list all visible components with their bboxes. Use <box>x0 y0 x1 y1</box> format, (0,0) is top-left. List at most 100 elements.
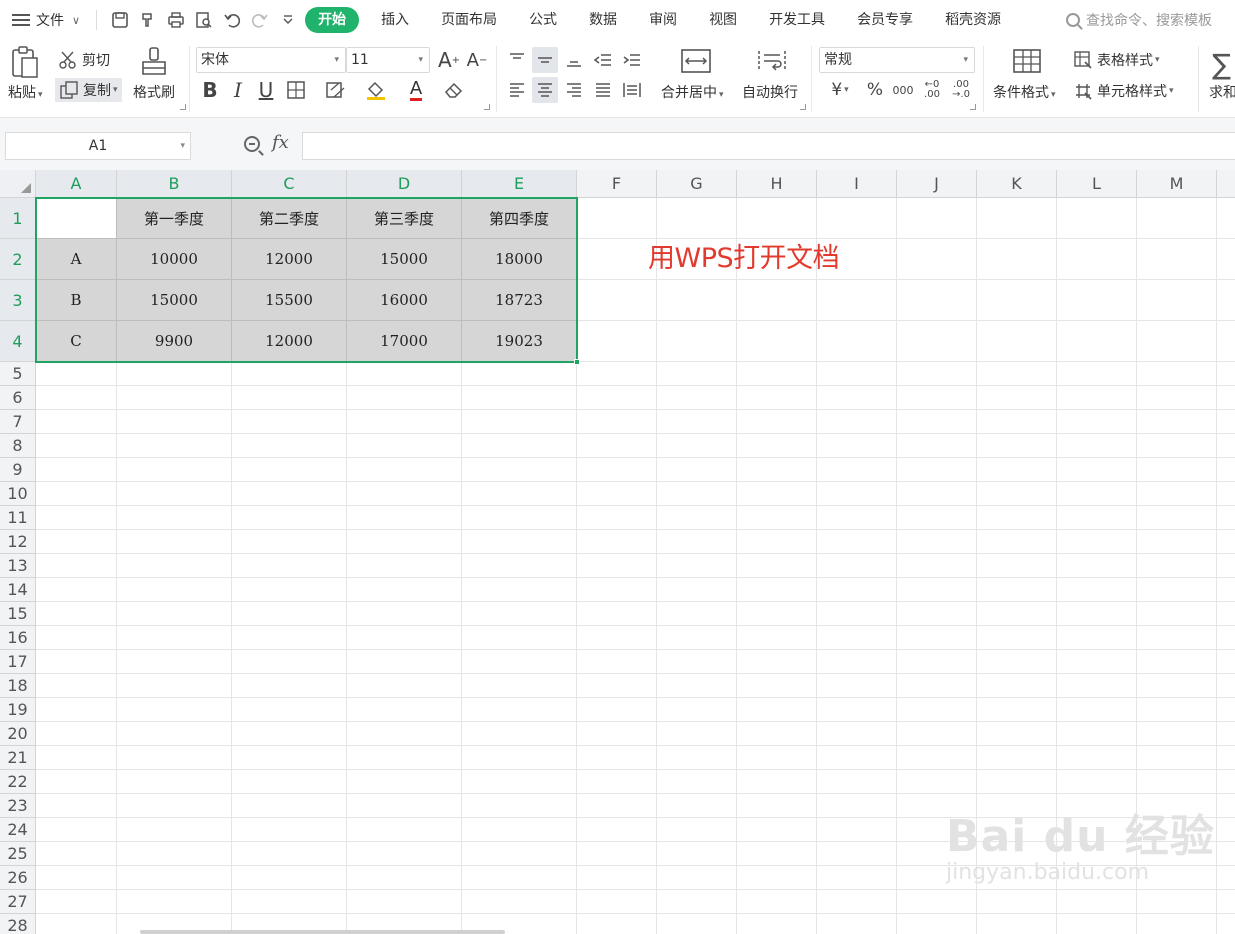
row-header-4[interactable]: 4 <box>0 321 36 362</box>
row-header-2[interactable]: 2 <box>0 239 36 280</box>
fill-pattern-button[interactable] <box>323 77 349 103</box>
format-brush-icon[interactable] <box>137 9 159 31</box>
row-header-8[interactable]: 8 <box>0 434 36 458</box>
align-middle-button[interactable] <box>532 47 558 73</box>
dialog-launcher-icon[interactable] <box>180 104 186 110</box>
zoom-out-icon[interactable] <box>244 136 260 152</box>
row-header-24[interactable]: 24 <box>0 818 36 842</box>
conditional-format-button[interactable]: 条件格式 ▾ <box>993 82 1056 102</box>
cell-c3[interactable]: 15500 <box>232 280 347 321</box>
wrap-text-icon-wrap[interactable] <box>756 48 788 78</box>
increase-font-size-button[interactable]: A + <box>436 47 462 73</box>
spreadsheet-grid[interactable]: A B C D E F G H I J K L M 1 2 3 4 5 6 7 … <box>0 170 1235 934</box>
number-format-select[interactable]: 常规 ▾ <box>819 47 975 73</box>
column-header-m[interactable]: M <box>1137 170 1217 198</box>
cell-c1[interactable]: 第二季度 <box>232 198 347 239</box>
row-header-7[interactable]: 7 <box>0 410 36 434</box>
tab-data[interactable]: 数据 <box>573 7 633 33</box>
fill-color-button[interactable] <box>363 77 389 103</box>
row-header-5[interactable]: 5 <box>0 362 36 386</box>
dialog-launcher-icon[interactable] <box>970 104 976 110</box>
column-header-h[interactable]: H <box>737 170 817 198</box>
copy-button[interactable]: 复制 ▾ <box>55 78 122 102</box>
dialog-launcher-icon[interactable] <box>484 104 490 110</box>
bold-button[interactable]: B <box>197 77 223 103</box>
percent-button[interactable]: % <box>862 77 888 103</box>
column-header-j[interactable]: J <box>897 170 977 198</box>
row-header-20[interactable]: 20 <box>0 722 36 746</box>
format-painter-button[interactable] <box>140 46 170 82</box>
underline-button[interactable]: U <box>253 77 279 103</box>
row-header-15[interactable]: 15 <box>0 602 36 626</box>
format-painter-label-wrap[interactable]: 格式刷 <box>133 82 175 102</box>
paste-button[interactable] <box>10 46 50 78</box>
column-header-g[interactable]: G <box>657 170 737 198</box>
row-header-9[interactable]: 9 <box>0 458 36 482</box>
borders-button[interactable] <box>283 77 309 103</box>
table-style-button[interactable]: 表格样式 ▾ <box>1073 50 1160 70</box>
column-header-a[interactable]: A <box>36 170 117 198</box>
cell-d1[interactable]: 第三季度 <box>347 198 462 239</box>
cell-d4[interactable]: 17000 <box>347 321 462 362</box>
formula-input[interactable] <box>302 132 1235 160</box>
redo-icon[interactable] <box>249 9 271 31</box>
command-search[interactable]: 查找命令、搜索模板 <box>1066 10 1212 30</box>
increase-decimal-button[interactable]: ←0 .00 <box>919 77 945 103</box>
paste-label-wrap[interactable]: 粘贴 ▾ <box>8 82 43 102</box>
column-header-c[interactable]: C <box>232 170 347 198</box>
row-header-26[interactable]: 26 <box>0 866 36 890</box>
column-header-k[interactable]: K <box>977 170 1057 198</box>
row-header-16[interactable]: 16 <box>0 626 36 650</box>
sum-icon[interactable]: ∑ <box>1212 48 1231 81</box>
cell-b3[interactable]: 15000 <box>117 280 232 321</box>
file-menu-button[interactable]: 文件 ∨ <box>12 0 80 40</box>
row-header-28[interactable]: 28 <box>0 914 36 934</box>
cell-b1[interactable]: 第一季度 <box>117 198 232 239</box>
dialog-launcher-icon[interactable] <box>800 104 806 110</box>
column-header-l[interactable]: L <box>1057 170 1137 198</box>
cell-c2[interactable]: 12000 <box>232 239 347 280</box>
tab-view[interactable]: 视图 <box>693 7 753 33</box>
tab-member[interactable]: 会员专享 <box>841 7 929 33</box>
row-header-22[interactable]: 22 <box>0 770 36 794</box>
cell-e1[interactable]: 第四季度 <box>462 198 577 239</box>
row-header-1[interactable]: 1 <box>0 198 36 239</box>
select-all-button[interactable] <box>0 170 36 198</box>
save-icon[interactable] <box>109 9 131 31</box>
sum-button[interactable]: 求和 <box>1209 82 1235 102</box>
conditional-format-icon-wrap[interactable] <box>1012 48 1042 78</box>
row-header-18[interactable]: 18 <box>0 674 36 698</box>
column-header-e[interactable]: E <box>462 170 577 198</box>
tab-formulas[interactable]: 公式 <box>513 7 573 33</box>
cell-e3[interactable]: 18723 <box>462 280 577 321</box>
cell-d3[interactable]: 16000 <box>347 280 462 321</box>
row-header-21[interactable]: 21 <box>0 746 36 770</box>
cell-a1[interactable] <box>36 198 117 239</box>
align-center-button[interactable] <box>532 77 558 103</box>
print-icon[interactable] <box>165 9 187 31</box>
decrease-indent-button[interactable] <box>590 47 616 73</box>
name-box[interactable]: A1 ▾ <box>5 132 191 160</box>
merge-center-icon-wrap[interactable] <box>680 48 712 78</box>
cell-e4[interactable]: 19023 <box>462 321 577 362</box>
decrease-decimal-button[interactable]: .00 →.0 <box>948 77 974 103</box>
row-header-10[interactable]: 10 <box>0 482 36 506</box>
row-header-12[interactable]: 12 <box>0 530 36 554</box>
cell-a2[interactable]: A <box>36 239 117 280</box>
cell-d2[interactable]: 15000 <box>347 239 462 280</box>
align-top-button[interactable] <box>504 47 530 73</box>
row-header-27[interactable]: 27 <box>0 890 36 914</box>
cell-a3[interactable]: B <box>36 280 117 321</box>
column-header-d[interactable]: D <box>347 170 462 198</box>
cell-b2[interactable]: 10000 <box>117 239 232 280</box>
row-header-3[interactable]: 3 <box>0 280 36 321</box>
align-bottom-button[interactable] <box>561 47 587 73</box>
wrap-text-button[interactable]: 自动换行 <box>742 82 798 102</box>
decrease-font-size-button[interactable]: A − <box>464 47 490 73</box>
column-header-b[interactable]: B <box>117 170 232 198</box>
font-name-select[interactable]: 宋体 ▾ <box>196 47 346 73</box>
cell-style-button[interactable]: 单元格样式 ▾ <box>1073 81 1174 101</box>
align-right-button[interactable] <box>561 77 587 103</box>
cell-e2[interactable]: 18000 <box>462 239 577 280</box>
row-header-23[interactable]: 23 <box>0 794 36 818</box>
